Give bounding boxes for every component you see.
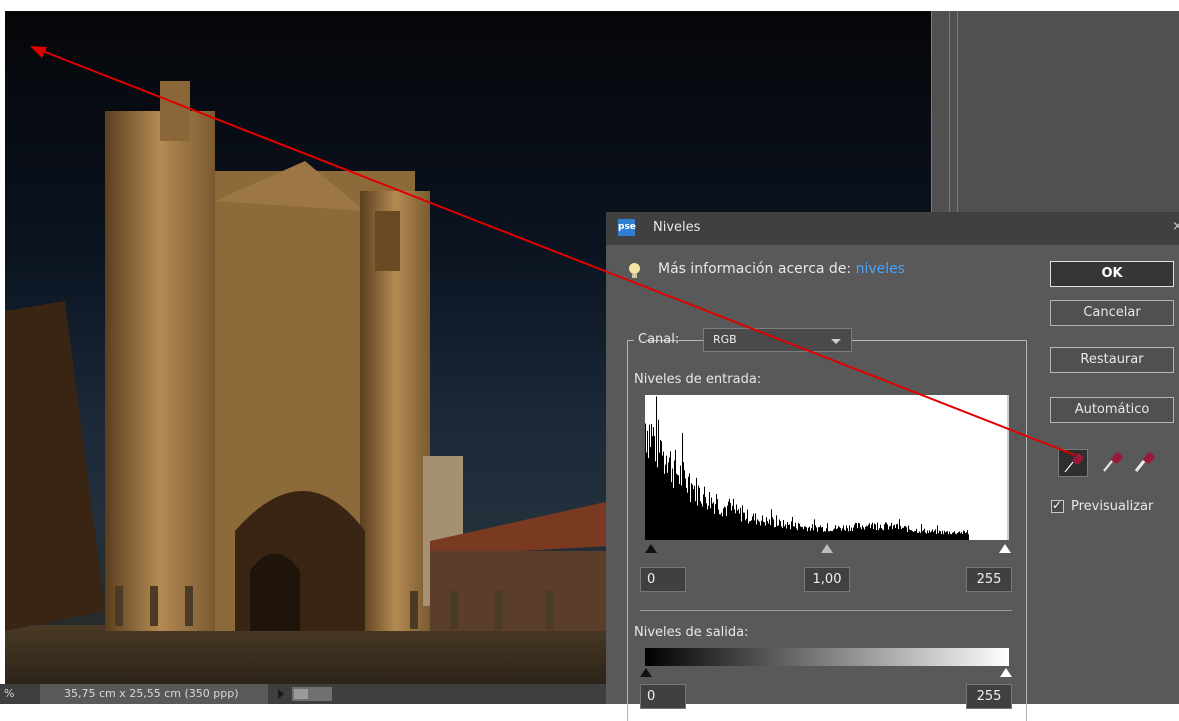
output-white-handle[interactable] [1000,668,1012,677]
close-icon[interactable]: × [1172,219,1179,234]
info-link[interactable]: niveles [856,261,905,277]
output-levels-label: Niveles de salida: [634,625,749,640]
cancel-button[interactable]: Cancelar [1050,300,1174,326]
gamma-handle[interactable] [821,544,833,553]
zoom-readout: % [4,687,15,700]
dialog-titlebar[interactable]: pse Niveles × [606,212,1179,245]
output-black-handle[interactable] [640,668,652,677]
white-point-handle[interactable] [999,544,1011,553]
white-eyedropper-icon[interactable] [1130,449,1160,477]
reset-button[interactable]: Restaurar [1050,347,1174,373]
channel-label: Canal: [638,332,680,347]
dialog-title: Niveles [653,220,701,235]
output-white-field[interactable]: 255 [966,684,1012,709]
horizontal-scrollbar[interactable] [292,687,332,701]
preview-checkbox[interactable] [1051,498,1064,513]
panel-divider [931,11,932,216]
output-black-field[interactable]: 0 [640,684,686,709]
black-eyedropper-icon[interactable] [1058,449,1088,477]
channel-row: Canal: RGB [634,328,852,354]
section-divider [640,610,1012,611]
pse-logo-icon: pse [618,219,636,236]
scrollbar-thumb[interactable] [294,689,308,699]
histogram [645,395,1009,540]
panel-divider [949,11,950,216]
input-levels-label: Niveles de entrada: [634,372,762,387]
info-row: Más información acerca de: niveles [629,261,905,278]
input-levels-slider[interactable] [645,542,1011,556]
status-bar: % 35,75 cm x 25,55 cm (350 ppp) [0,684,606,704]
gray-eyedropper-icon[interactable] [1098,449,1128,477]
info-text: Más información acerca de: [658,261,852,277]
preview-checkbox-row[interactable]: Previsualizar [1051,498,1154,514]
channel-select[interactable]: RGB [703,328,852,352]
black-point-handle[interactable] [645,544,657,553]
panel-bin [931,11,1179,216]
preview-label: Previsualizar [1071,499,1154,514]
ok-button[interactable]: OK [1050,261,1174,287]
input-black-field[interactable]: 0 [640,567,686,592]
panel-divider [957,11,958,216]
channel-value: RGB [713,333,737,346]
levels-dialog: pse Niveles × Más información acerca de:… [606,212,1179,721]
auto-button[interactable]: Automático [1050,397,1174,423]
output-levels-gradient[interactable] [645,648,1009,666]
status-menu-arrow-icon[interactable] [278,689,284,699]
document-size: 35,75 cm x 25,55 cm (350 ppp) [40,684,268,704]
input-white-field[interactable]: 255 [966,567,1012,592]
chevron-down-icon [831,339,841,344]
input-gamma-field[interactable]: 1,00 [804,567,850,592]
lightbulb-icon [629,263,640,278]
